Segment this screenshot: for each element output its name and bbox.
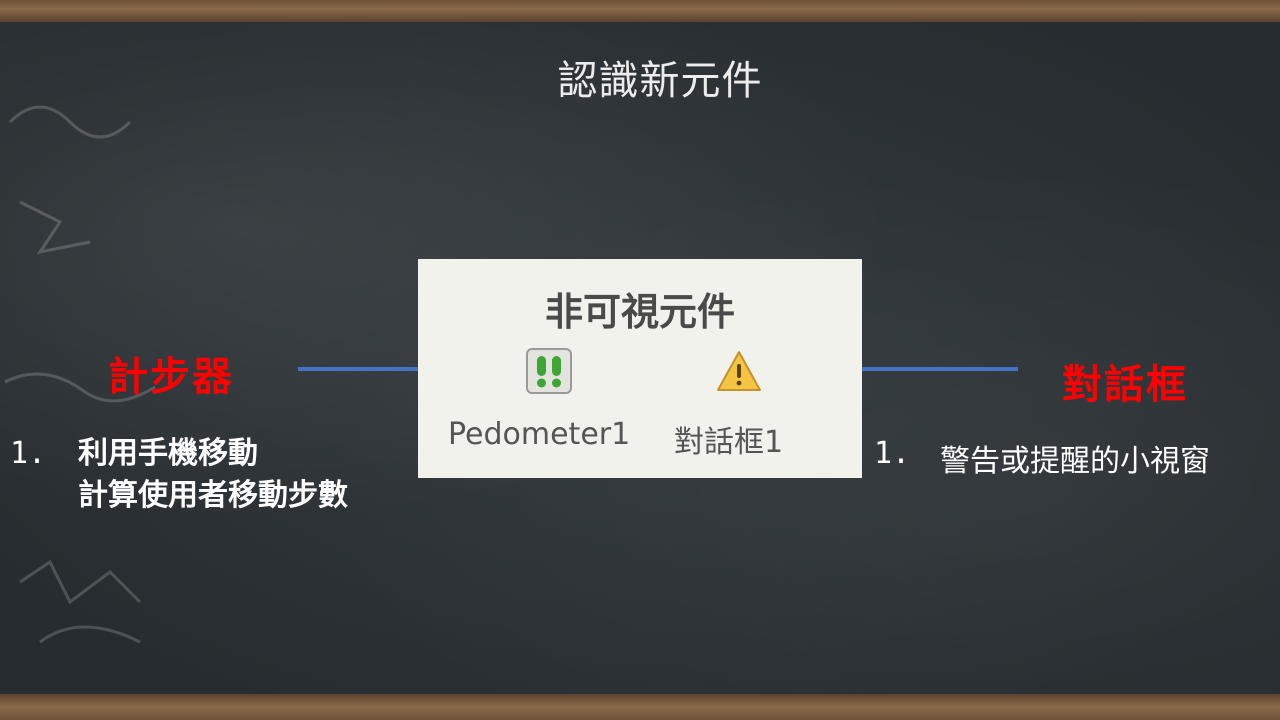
wood-frame-bottom [0, 694, 1280, 720]
non-visible-components-panel: 非可視元件 Pedometer1 對話框1 [418, 259, 862, 478]
notifier-component-label: 對話框1 [674, 425, 784, 460]
notifier-description: 警告或提醒的小視窗 [940, 444, 1210, 479]
pedometer-description-line-2: 計算使用者移動步數 [78, 478, 348, 513]
notifier-component[interactable] [704, 347, 774, 397]
pedometer-heading: 計步器 [108, 354, 234, 400]
panel-title: 非可視元件 [544, 290, 735, 334]
warning-triangle-icon [717, 351, 761, 391]
pedometer-description-line-1: 利用手機移動 [78, 436, 258, 471]
notifier-heading: 對話框 [1062, 362, 1188, 408]
notifier-item-number: 1. [874, 436, 910, 471]
pedometer-component[interactable] [514, 347, 584, 397]
pedometer-item-number: 1. [10, 436, 47, 471]
pedometer-description: 1. [10, 433, 46, 475]
pedometer-footprints-icon [526, 348, 572, 394]
pedometer-component-label: Pedometer1 [448, 417, 631, 452]
wood-frame-top [0, 0, 1280, 22]
notifier-number-text: 1. [874, 436, 911, 471]
slide-title: 認識新元件 [557, 58, 763, 104]
